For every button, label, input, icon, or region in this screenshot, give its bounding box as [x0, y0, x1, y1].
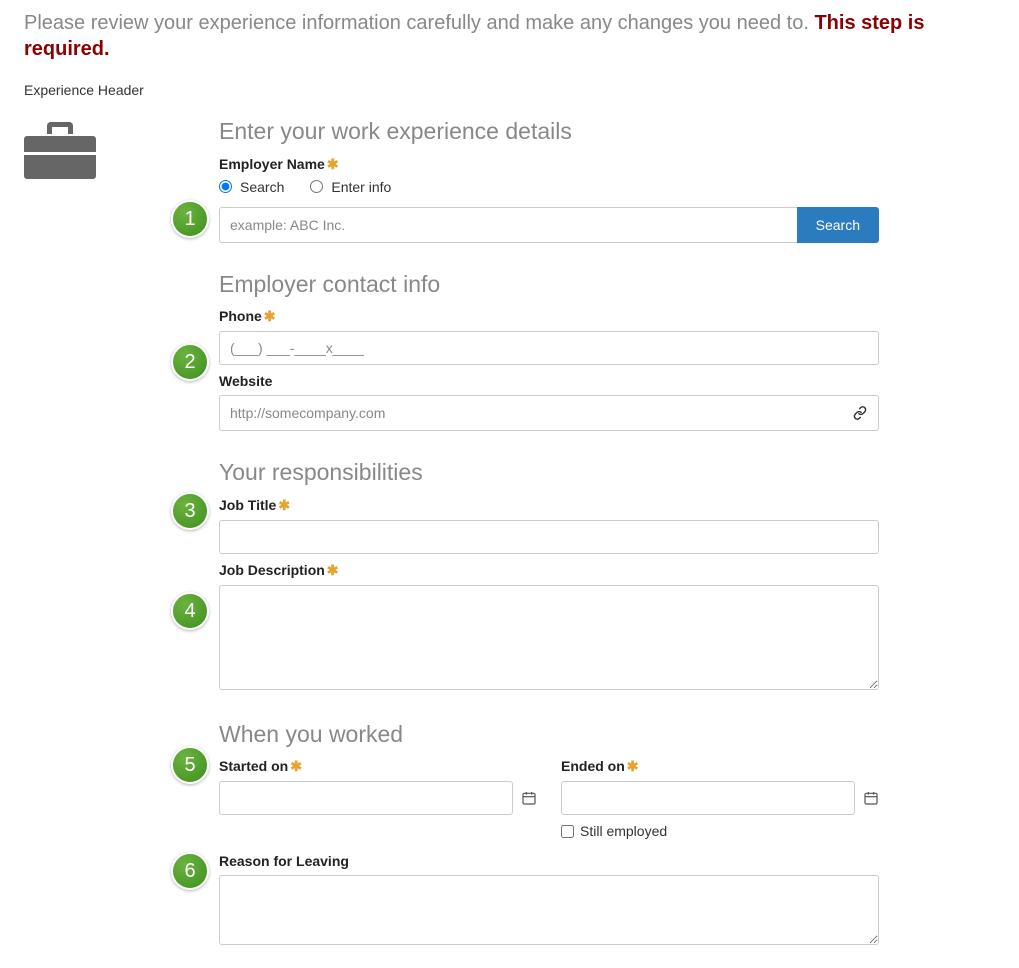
calendar-icon — [863, 790, 879, 806]
step-badge-2: 2 — [171, 343, 209, 381]
still-employed[interactable]: Still employed — [561, 823, 879, 839]
phone-input[interactable] — [219, 331, 879, 365]
required-asterisk: ✱ — [278, 497, 290, 513]
search-button[interactable]: Search — [797, 207, 879, 243]
ended-on-calendar-button[interactable] — [855, 790, 879, 806]
started-on-input[interactable] — [219, 781, 513, 815]
step-badge-3: 3 — [171, 492, 209, 530]
required-asterisk: ✱ — [290, 758, 302, 774]
contact-title: Employer contact info — [219, 271, 879, 299]
started-on-calendar-button[interactable] — [513, 790, 537, 806]
job-description-label: Job Description✱ — [219, 562, 879, 579]
radio-enter-info[interactable]: Enter info — [310, 179, 391, 195]
website-input[interactable] — [219, 395, 841, 431]
experience-header: Experience Header — [24, 82, 995, 98]
intro-main: Please review your experience informatio… — [24, 12, 814, 34]
when-title: When you worked — [219, 721, 879, 749]
step-badge-5: 5 — [171, 746, 209, 784]
intro-text: Please review your experience informatio… — [24, 10, 995, 62]
radio-search-input[interactable] — [219, 180, 232, 193]
required-asterisk: ✱ — [627, 758, 639, 774]
job-title-label: Job Title✱ — [219, 497, 879, 514]
briefcase-icon — [24, 122, 96, 178]
reason-for-leaving-label: Reason for Leaving — [219, 853, 879, 869]
ended-on-input[interactable] — [561, 781, 855, 815]
step-badge-4: 4 — [171, 592, 209, 630]
job-description-input[interactable] — [219, 585, 879, 690]
required-asterisk: ✱ — [327, 156, 339, 172]
still-employed-checkbox[interactable] — [561, 825, 574, 838]
ended-on-label: Ended on✱ — [561, 758, 879, 775]
radio-enter-input[interactable] — [310, 180, 323, 193]
phone-label: Phone✱ — [219, 308, 879, 325]
required-asterisk: ✱ — [264, 308, 276, 324]
website-link-button[interactable] — [841, 395, 879, 431]
started-on-label: Started on✱ — [219, 758, 537, 775]
employer-name-label: Employer Name✱ — [219, 156, 879, 173]
step-badge-6: 6 — [171, 852, 209, 890]
required-asterisk: ✱ — [327, 562, 339, 578]
responsibilities-title: Your responsibilities — [219, 459, 879, 487]
job-title-input[interactable] — [219, 520, 879, 554]
step-badge-1: 1 — [171, 200, 209, 238]
details-title: Enter your work experience details — [219, 118, 879, 146]
employer-search-input[interactable] — [219, 207, 797, 243]
link-icon — [853, 406, 867, 420]
reason-for-leaving-input[interactable] — [219, 875, 879, 945]
radio-search[interactable]: Search — [219, 179, 284, 195]
website-label: Website — [219, 373, 879, 389]
calendar-icon — [521, 790, 537, 806]
